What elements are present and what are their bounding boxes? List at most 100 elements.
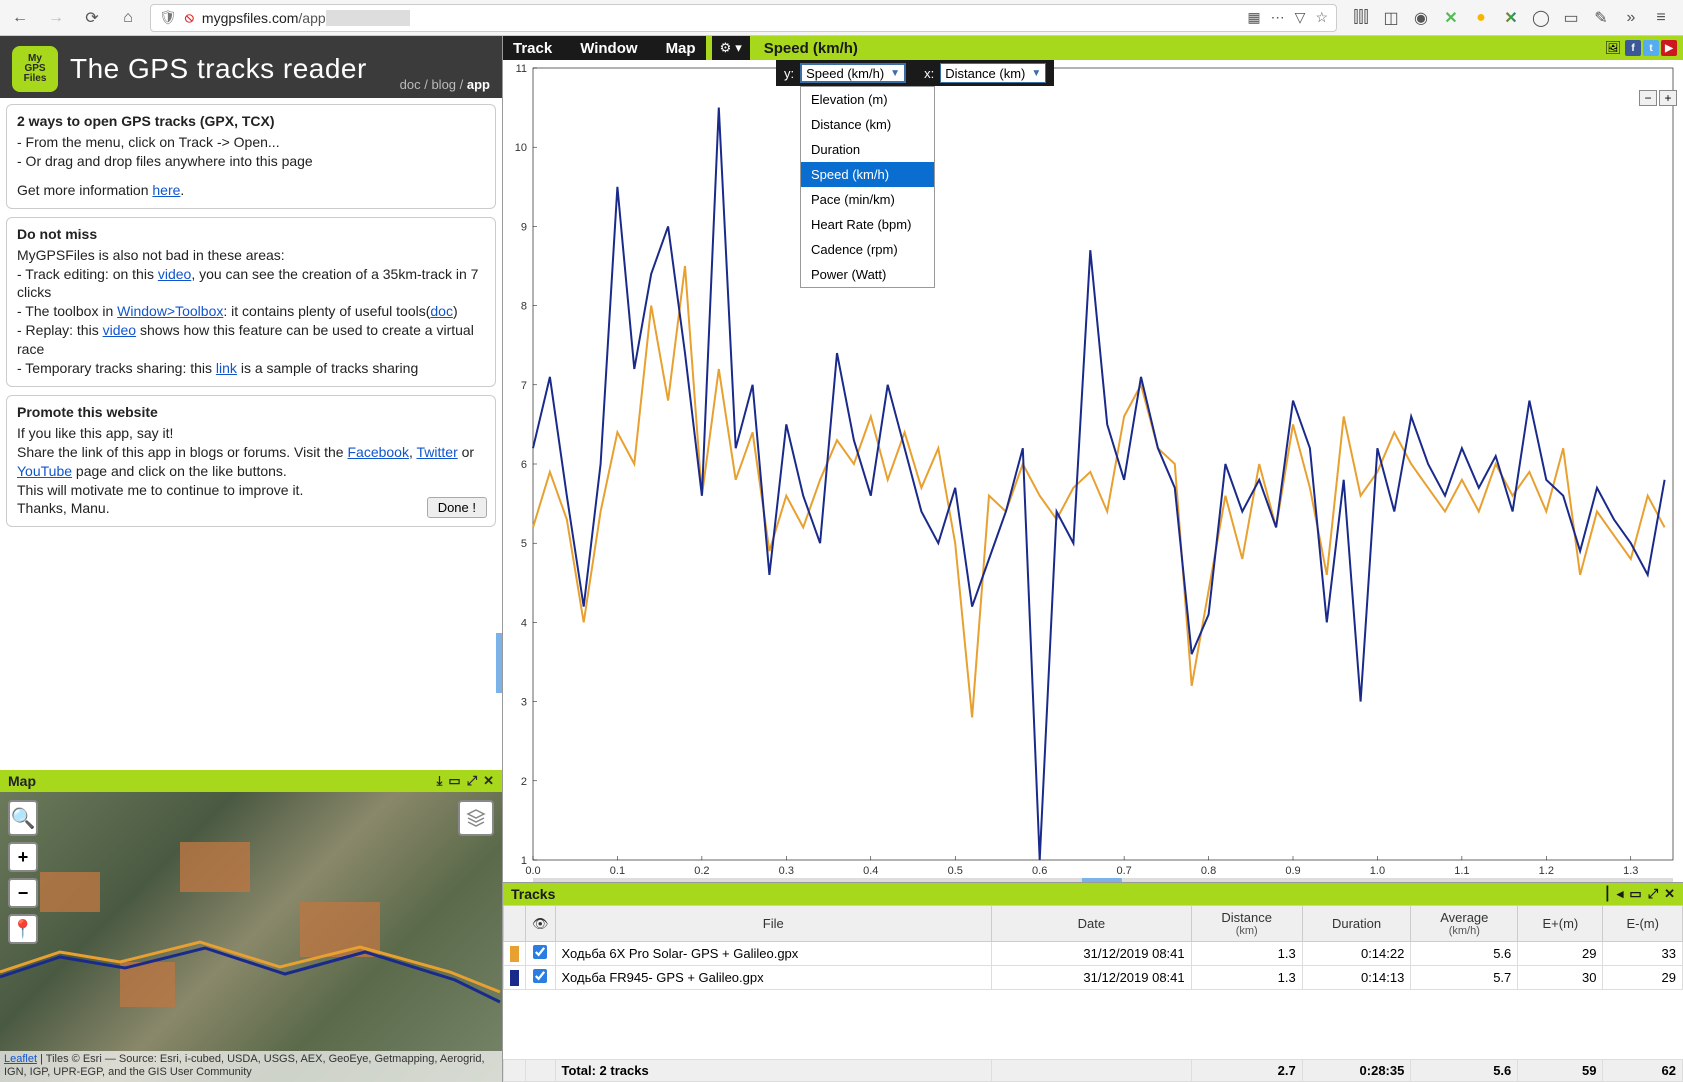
track-visible-checkbox[interactable]: [533, 945, 547, 959]
cell-file: Ходьба 6X Pro Solar- GPS + Galileo.gpx: [555, 942, 992, 966]
overflow-icon[interactable]: »: [1621, 8, 1641, 28]
ext-icon-6[interactable]: ▭: [1561, 8, 1581, 28]
ext-icon-4[interactable]: ✕: [1501, 8, 1521, 28]
y-axis-select[interactable]: Speed (km/h)▼: [800, 63, 906, 83]
link-video2[interactable]: video: [103, 322, 136, 338]
right-panel: Track Window Map ⚙ ▾ Speed (km/h) 🖼 f t …: [502, 36, 1683, 1082]
svg-text:10: 10: [515, 142, 527, 154]
link-twitter[interactable]: Twitter: [417, 444, 458, 460]
map-titlebar[interactable]: Map ⤓ ▭ ⤢ ✕: [0, 770, 502, 792]
reload-button[interactable]: ⟳: [78, 4, 106, 32]
link-app[interactable]: app: [467, 77, 490, 92]
dropdown-item[interactable]: Cadence (rpm): [801, 237, 934, 262]
youtube-icon[interactable]: ▶: [1661, 40, 1677, 56]
chart-zoom-in-button[interactable]: +: [1659, 90, 1677, 106]
url-bar[interactable]: 🛡 ⦸ mygpsfiles.com/appxxxxxxxxxxxx ▦ ⋯ ▽…: [150, 4, 1337, 32]
col-eplus[interactable]: E+(m): [1518, 906, 1603, 942]
table-row[interactable]: Ходьба FR945- GPS + Galileo.gpx 31/12/20…: [504, 966, 1683, 990]
link-facebook[interactable]: Facebook: [347, 444, 408, 460]
main-menu: Track Window Map: [503, 36, 706, 60]
shield-icon: 🛡: [159, 9, 177, 26]
map-canvas[interactable]: 🔍 + − 📍 Leaflet | Tiles © Esri — Source:…: [0, 792, 502, 1082]
close-icon[interactable]: ✕: [1664, 886, 1675, 902]
cell-eplus: 29: [1518, 942, 1603, 966]
library-icon[interactable]: ⫿⫿⫿: [1351, 8, 1371, 28]
dropdown-item[interactable]: Elevation (m): [801, 87, 934, 112]
sidebar-icon[interactable]: ◫: [1381, 8, 1401, 28]
home-button[interactable]: ⌂: [114, 4, 142, 32]
col-distance[interactable]: Distance(km): [1191, 906, 1302, 942]
dock-icon[interactable]: ▭: [448, 773, 460, 789]
link-youtube[interactable]: YouTube: [17, 463, 72, 479]
col-eminus[interactable]: E-(m): [1603, 906, 1683, 942]
twitter-icon[interactable]: t: [1643, 40, 1659, 56]
col-duration[interactable]: Duration: [1302, 906, 1411, 942]
table-row[interactable]: Ходьба 6X Pro Solar- GPS + Galileo.gpx 3…: [504, 942, 1683, 966]
link-doc[interactable]: doc: [400, 77, 421, 92]
screenshot-icon[interactable]: 🖼: [1605, 40, 1621, 56]
ext-icon-1[interactable]: ◉: [1411, 8, 1431, 28]
hamburger-menu-icon[interactable]: ≡: [1651, 8, 1671, 28]
forward-button[interactable]: →: [42, 4, 70, 32]
table-header-row: 👁 File Date Distance(km) Duration Averag…: [504, 906, 1683, 942]
link-blog[interactable]: blog: [431, 77, 456, 92]
dropdown-item[interactable]: Distance (km): [801, 112, 934, 137]
dropdown-item[interactable]: Power (Watt): [801, 262, 934, 287]
track-color-chip: [510, 946, 519, 962]
svg-text:2: 2: [521, 776, 527, 788]
done-button[interactable]: Done !: [427, 497, 487, 518]
bookmark-star-icon[interactable]: ☆: [1315, 9, 1328, 26]
col-average[interactable]: Average(km/h): [1411, 906, 1518, 942]
cell-average: 5.6: [1411, 942, 1518, 966]
svg-text:0.5: 0.5: [948, 865, 963, 877]
ext-icon-7[interactable]: ✎: [1591, 8, 1611, 28]
svg-text:1.0: 1.0: [1370, 865, 1385, 877]
leaflet-link[interactable]: Leaflet: [4, 1053, 37, 1065]
extension-toolbar: ⫿⫿⫿ ◫ ◉ ✕ ● ✕ ◯ ▭ ✎ » ≡: [1345, 8, 1677, 28]
col-date[interactable]: Date: [992, 906, 1192, 942]
more-icon[interactable]: ⋯: [1271, 9, 1285, 26]
link-here[interactable]: here: [152, 182, 180, 198]
map-layers-button[interactable]: [458, 800, 494, 836]
menu-window[interactable]: Window: [580, 40, 637, 57]
link-doc2[interactable]: doc: [430, 303, 453, 319]
track-visible-checkbox[interactable]: [533, 969, 547, 983]
expand-icon[interactable]: ⤢: [467, 773, 477, 789]
pocket-icon[interactable]: ▽: [1295, 9, 1306, 26]
map-zoom-out-button[interactable]: −: [8, 878, 38, 908]
x-axis-select[interactable]: Distance (km)▼: [940, 63, 1046, 83]
chart-area[interactable]: 12345678910110.00.10.20.30.40.50.60.70.8…: [503, 60, 1683, 882]
chart-zoom-out-button[interactable]: −: [1639, 90, 1657, 106]
menu-track[interactable]: Track: [513, 40, 552, 57]
svg-text:0.3: 0.3: [779, 865, 794, 877]
ext-icon-3[interactable]: ●: [1471, 8, 1491, 28]
tracks-title: Tracks: [511, 886, 555, 902]
dropdown-item[interactable]: Duration: [801, 137, 934, 162]
dropdown-item[interactable]: Pace (min/km): [801, 187, 934, 212]
facebook-icon[interactable]: f: [1625, 40, 1641, 56]
svg-text:6: 6: [521, 459, 527, 471]
link-video1[interactable]: video: [158, 266, 191, 282]
link-sample[interactable]: link: [216, 360, 237, 376]
dock-icon[interactable]: ▭: [1629, 886, 1641, 902]
map-search-button[interactable]: 🔍: [8, 800, 38, 836]
back-button[interactable]: ←: [6, 4, 34, 32]
map-zoom-in-button[interactable]: +: [8, 842, 38, 872]
reader-mode-icon[interactable]: ▦: [1247, 9, 1260, 26]
tracks-titlebar[interactable]: Tracks ▏◂ ▭ ⤢ ✕: [503, 883, 1683, 905]
x-axis-label: x:: [924, 66, 934, 81]
ext-icon-5[interactable]: ◯: [1531, 8, 1551, 28]
map-locate-button[interactable]: 📍: [8, 914, 38, 944]
dropdown-item[interactable]: Heart Rate (bpm): [801, 212, 934, 237]
menu-map[interactable]: Map: [666, 40, 696, 57]
col-file[interactable]: File: [555, 906, 992, 942]
chart-settings-button[interactable]: ⚙ ▾: [712, 36, 750, 60]
dropdown-item[interactable]: Speed (km/h): [801, 162, 934, 187]
prev-icon[interactable]: ▏◂: [1607, 886, 1624, 902]
ext-icon-2[interactable]: ✕: [1441, 8, 1461, 28]
link-toolbox[interactable]: Window>Toolbox: [117, 303, 223, 319]
expand-icon[interactable]: ⤢: [1648, 886, 1658, 902]
close-icon[interactable]: ✕: [483, 773, 494, 789]
col-visible[interactable]: 👁: [526, 906, 556, 942]
pin-down-icon[interactable]: ⤓: [437, 773, 443, 789]
